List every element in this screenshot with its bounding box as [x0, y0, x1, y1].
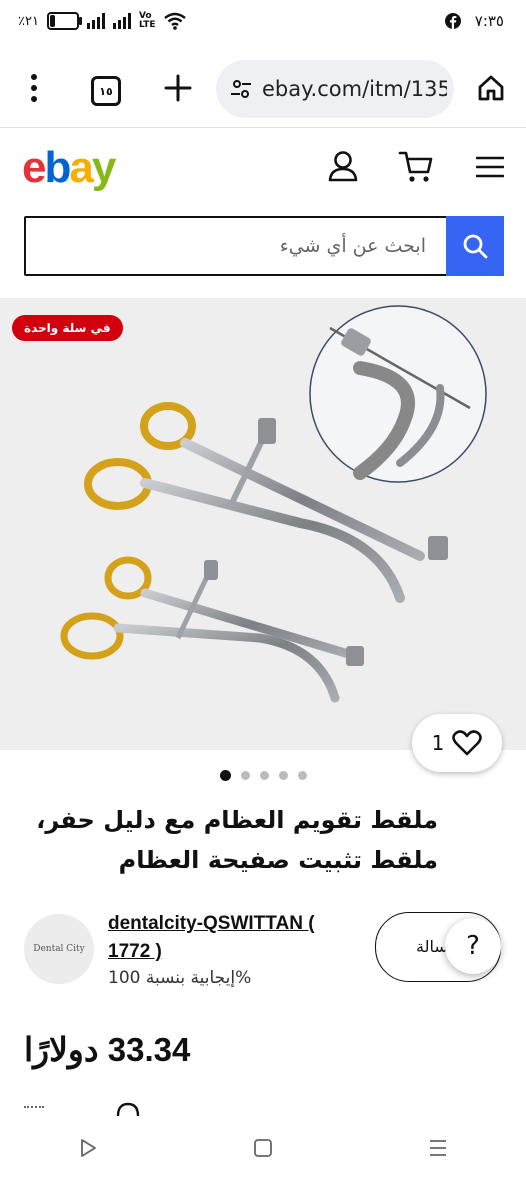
product-image[interactable]: [0, 298, 526, 750]
seller-avatar[interactable]: Dental City: [24, 914, 94, 984]
contact-label: سالة: [416, 937, 448, 956]
back-triangle-icon[interactable]: [78, 1138, 98, 1158]
status-left: ٪٢١ Vo LTE: [18, 12, 186, 30]
logo-letter: e: [22, 143, 47, 192]
pager-dot[interactable]: [240, 771, 250, 780]
info-icon: [116, 1102, 140, 1116]
ebay-logo[interactable]: ebay: [22, 143, 117, 193]
signal-icon: [86, 13, 105, 29]
product-image-gallery[interactable]: [0, 298, 526, 750]
volte-label: Vo LTE: [138, 11, 156, 30]
help-button[interactable]: ?: [445, 918, 501, 974]
kebab-menu-icon[interactable]: [26, 72, 42, 104]
pager-dot[interactable]: [219, 770, 231, 781]
clock: ٧:٣٥: [474, 12, 504, 30]
signal-icon-2: [112, 13, 131, 29]
status-right: ٧:٣٥: [444, 12, 504, 30]
tab-switcher-button[interactable]: ١٥: [91, 76, 121, 106]
wifi-icon: [163, 12, 186, 30]
home-square-icon[interactable]: [253, 1138, 273, 1158]
facebook-icon: [444, 13, 461, 29]
price: 33.34 دولارًا: [24, 1031, 191, 1068]
toolbar-divider: [0, 127, 526, 128]
hamburger-menu-icon[interactable]: [476, 155, 504, 179]
system-nav-bar: [0, 1118, 526, 1178]
logo-letter: b: [44, 143, 71, 192]
watch-button[interactable]: 1: [412, 714, 502, 772]
status-bar: ٪٢١ Vo LTE ٧:٣٥: [0, 0, 526, 46]
recents-menu-icon[interactable]: [428, 1138, 448, 1158]
account-icon[interactable]: [328, 150, 358, 182]
home-icon[interactable]: [477, 74, 505, 102]
pager-dot[interactable]: [278, 771, 288, 780]
battery-percent: ٪٢١: [18, 13, 39, 29]
seller-name-link[interactable]: dentalcity-QSWITTAN ( 1772 ): [108, 910, 358, 966]
logo-letter: a: [69, 143, 94, 192]
heart-icon: [452, 730, 483, 756]
battery-icon: [46, 12, 82, 30]
browser-toolbar: ١٥ ebay.com/itm/135: [0, 52, 526, 126]
logo-letter: y: [91, 143, 117, 192]
pager-dot[interactable]: [297, 771, 307, 780]
watch-count: 1: [431, 731, 445, 755]
site-settings-icon[interactable]: [230, 78, 252, 100]
url-text[interactable]: ebay.com/itm/135: [262, 77, 447, 101]
search-input[interactable]: ابحث عن أي شيء: [24, 216, 448, 276]
listing-title: ملقط تقويم العظام مع دليل حفر، ملقط تثبي…: [36, 806, 438, 874]
search-button[interactable]: [446, 216, 504, 276]
new-tab-icon[interactable]: [164, 74, 192, 102]
pager-dot[interactable]: [259, 771, 269, 780]
cart-icon[interactable]: [398, 150, 434, 184]
one-cart-badge: في سلة واحدة: [12, 315, 123, 341]
more-content-hint: [24, 1106, 44, 1111]
url-bar[interactable]: ebay.com/itm/135: [216, 60, 454, 118]
image-pager-dots[interactable]: [0, 770, 526, 781]
search-placeholder[interactable]: ابحث عن أي شيء: [280, 218, 426, 274]
search-icon: [463, 234, 488, 259]
seller-feedback: إيجابية بنسبة 100%: [108, 968, 252, 988]
